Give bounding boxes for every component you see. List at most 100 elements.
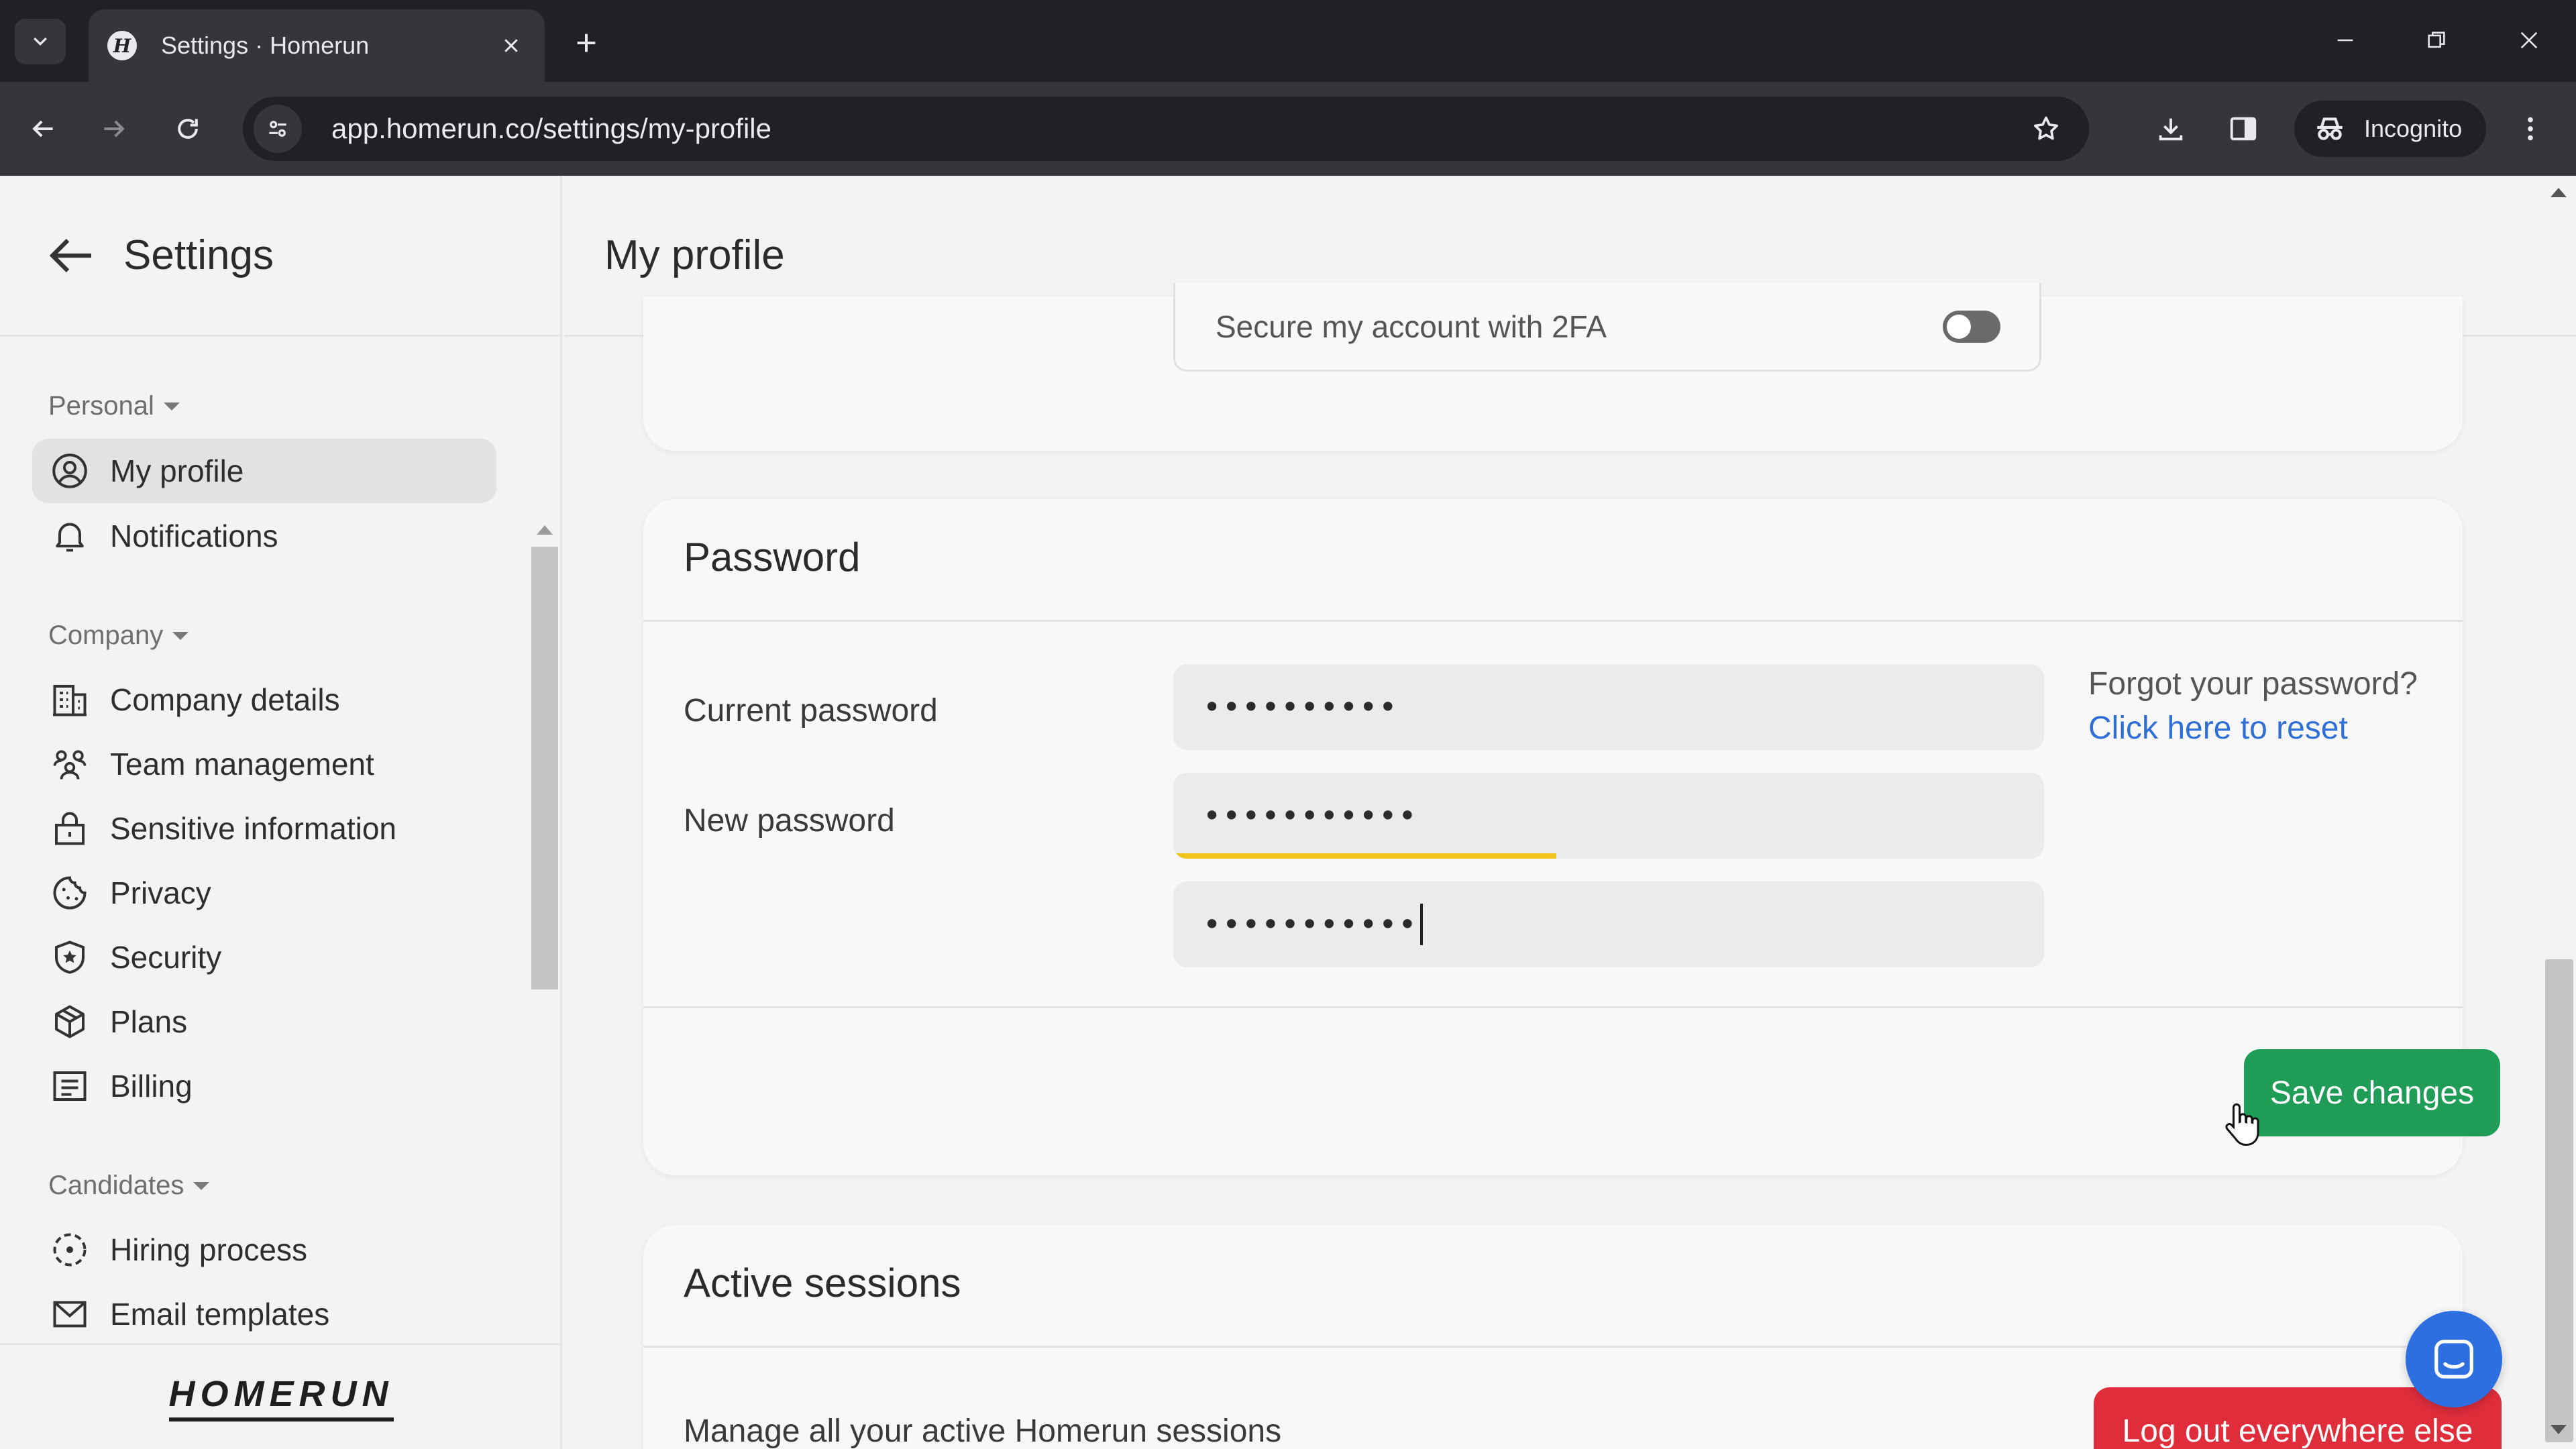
address-bar[interactable]: app.homerun.co/settings/my-profile	[243, 97, 2089, 161]
divider	[643, 620, 2463, 622]
active-sessions-title: Active sessions	[684, 1260, 961, 1305]
section-label: Company	[48, 621, 164, 650]
current-password-value: ••••••••••	[1203, 689, 1399, 725]
confirm-password-input[interactable]: •••••••••••	[1173, 881, 2044, 967]
close-icon	[504, 39, 518, 52]
browser-tab-active[interactable]: H Settings · Homerun	[89, 9, 545, 82]
arrow-left-icon	[32, 120, 53, 138]
sidebar-item-label: Billing	[110, 1069, 193, 1104]
browser-tab-bar: H Settings · Homerun	[0, 0, 2576, 82]
back-button[interactable]	[19, 105, 67, 153]
sidebar-item-label: Plans	[110, 1004, 188, 1039]
tune-icon	[269, 121, 286, 137]
tab-search-button[interactable]	[15, 19, 66, 64]
sidebar-item-team-management[interactable]: Team management	[32, 732, 496, 796]
chat-icon	[2434, 1340, 2473, 1379]
forward-button[interactable]	[90, 105, 138, 153]
main-scrollbar[interactable]	[2542, 176, 2576, 1449]
text-cursor	[1420, 904, 1424, 945]
minimize-button[interactable]	[2318, 16, 2372, 64]
section-candidates[interactable]: Candidates	[48, 1171, 210, 1201]
scroll-up-icon[interactable]	[2551, 188, 2567, 197]
section-company[interactable]: Company	[48, 621, 189, 651]
sidebar-item-my-profile[interactable]: My profile	[32, 439, 496, 503]
sidebar-item-billing[interactable]: Billing	[32, 1054, 496, 1118]
chevron-down-icon	[34, 37, 47, 46]
reload-icon	[178, 119, 198, 139]
current-password-label: Current password	[684, 693, 938, 729]
site-info-button[interactable]	[254, 105, 302, 153]
homerun-logo: HOMERUN	[168, 1373, 394, 1421]
scroll-down-icon[interactable]	[2551, 1425, 2567, 1434]
hand-pointer-icon	[2225, 1103, 2259, 1146]
new-tab-button[interactable]	[565, 21, 608, 64]
sidebar-item-privacy[interactable]: Privacy	[32, 861, 496, 925]
current-password-input[interactable]: ••••••••••	[1173, 664, 2044, 750]
divider	[643, 1006, 2463, 1008]
sidebar-scrollbar[interactable]	[531, 339, 558, 1449]
sidebar-item-company-details[interactable]: Company details	[32, 667, 496, 732]
new-password-value: •••••••••••	[1203, 798, 1418, 834]
active-sessions-card: Active sessions Manage all your active H…	[643, 1225, 2502, 1449]
sidebar-item-label: Notifications	[110, 519, 278, 553]
sidebar-item-label: Hiring process	[110, 1232, 307, 1267]
tab-close-button[interactable]	[496, 31, 526, 60]
sidebar-item-label: Company details	[110, 682, 340, 717]
reload-button[interactable]	[164, 105, 212, 153]
minimize-icon	[2337, 39, 2353, 42]
mail-icon	[50, 1294, 90, 1334]
toggle-knob	[1947, 314, 1971, 339]
side-panel-button[interactable]	[2219, 105, 2267, 153]
window-close-button[interactable]	[2502, 16, 2556, 64]
sidebar-item-email-templates[interactable]: Email templates	[32, 1282, 496, 1346]
sidebar-item-label: Security	[110, 940, 222, 975]
downloads-button[interactable]	[2147, 105, 2195, 153]
restore-button[interactable]	[2410, 16, 2463, 64]
sidebar-item-label: My profile	[110, 453, 244, 488]
twofa-toggle[interactable]	[1943, 310, 2000, 343]
bell-icon	[50, 516, 90, 556]
caret-down-icon	[172, 631, 189, 640]
cookie-icon	[50, 873, 90, 913]
sidebar-item-label: Sensitive information	[110, 811, 396, 846]
sidebar-item-sensitive-information[interactable]: Sensitive information	[32, 796, 496, 861]
reset-password-link[interactable]: Click here to reset	[2088, 710, 2348, 747]
new-password-input[interactable]: •••••••••••	[1173, 773, 2044, 859]
process-icon	[50, 1230, 90, 1270]
box-icon	[50, 1002, 90, 1042]
team-icon	[50, 744, 90, 784]
password-strength-bar	[1173, 853, 1557, 859]
sidebar-item-notifications[interactable]: Notifications	[32, 504, 496, 568]
incognito-badge[interactable]: Incognito	[2294, 101, 2486, 157]
main-scroll-thumb[interactable]	[2545, 959, 2573, 1442]
caret-down-icon	[163, 402, 180, 411]
sidebar-item-security[interactable]: Security	[32, 925, 496, 989]
scroll-up-icon[interactable]	[537, 525, 553, 535]
twofa-label: Secure my account with 2FA	[1216, 309, 1607, 344]
tab-title: Settings · Homerun	[161, 32, 370, 59]
settings-back-button[interactable]	[44, 227, 101, 284]
homerun-favicon-icon: H	[107, 31, 137, 60]
password-title: Password	[684, 535, 861, 580]
receipt-icon	[50, 1066, 90, 1106]
building-icon	[50, 680, 90, 720]
sidebar-item-label: Email templates	[110, 1297, 330, 1332]
incognito-icon	[2317, 117, 2343, 140]
sidebar-item-plans[interactable]: Plans	[32, 989, 496, 1054]
chat-widget-button[interactable]	[2406, 1311, 2502, 1407]
bookmark-button[interactable]	[2022, 105, 2070, 153]
browser-menu-button[interactable]	[2506, 105, 2555, 153]
section-personal[interactable]: Personal	[48, 391, 180, 421]
plus-icon	[577, 34, 596, 52]
more-vertical-icon	[2528, 117, 2533, 141]
main-content: My profile Secure my account with 2FA Pa…	[564, 176, 2576, 1449]
sidebar-scroll-thumb[interactable]	[531, 547, 558, 989]
star-icon	[2034, 116, 2058, 140]
browser-toolbar: app.homerun.co/settings/my-profile Incog…	[0, 82, 2576, 176]
sidebar-item-hiring-process[interactable]: Hiring process	[32, 1218, 496, 1282]
restore-icon	[2428, 32, 2445, 48]
save-changes-button[interactable]: Save changes	[2244, 1049, 2500, 1136]
shield-icon	[50, 937, 90, 977]
arrow-left-icon	[49, 238, 91, 272]
arrow-right-icon	[104, 120, 125, 138]
